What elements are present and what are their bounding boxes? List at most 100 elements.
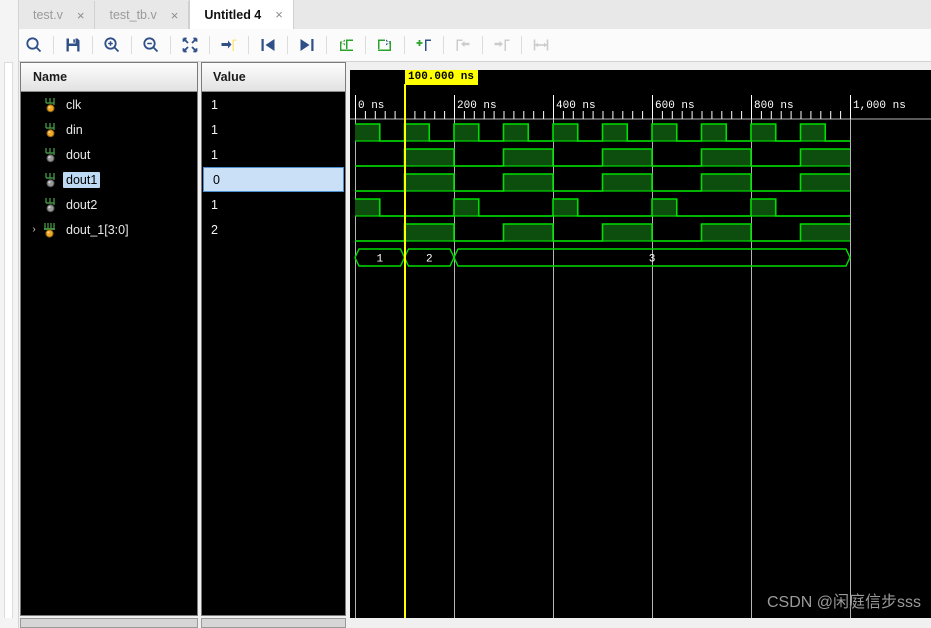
signal-name-label: dout2 [66,197,98,212]
signal-row-dout2[interactable]: dout2 [21,192,197,217]
signal-row-dout_130[interactable]: › dout_1[3:0] [21,217,197,242]
zoom-fit-icon[interactable] [177,32,203,58]
waveform-dout2 [355,223,850,242]
signal-name-label: dout1 [63,171,101,188]
tab-label: test_tb.v [109,8,157,22]
time-tick-label: 400 ns [556,100,596,112]
toolbar-separator [170,36,171,54]
signal-value-label: 1 [211,147,218,162]
signal-row-clk[interactable]: clk [21,92,197,117]
toolbar-separator [53,36,54,54]
waveform-dout_130: 1 2 3 [354,248,851,267]
time-tick-label: 1,000 ns [853,100,906,112]
signal-row-dout[interactable]: dout [21,142,197,167]
bus-signal-icon [43,222,57,238]
left-edge-strip [0,29,19,628]
signal-value-label: 1 [211,97,218,112]
name-column-header-label: Name [33,70,68,84]
signal-value-label: 1 [211,122,218,137]
output-signal-icon [43,147,57,163]
signal-value-label: 0 [213,172,220,187]
close-icon[interactable]: × [77,9,85,22]
signal-name-label: clk [66,97,82,112]
time-tick-label: 200 ns [457,100,497,112]
waveform-panel[interactable]: 100.000 ns 0 ns 200 ns 400 ns 600 ns 800 ns 1… [350,62,931,628]
signal-value-clk[interactable]: 1 [202,92,345,117]
waveform-clk [355,123,850,142]
toolbar-separator [248,36,249,54]
name-panel-hscrollbar[interactable] [20,618,198,628]
toolbar-separator [482,36,483,54]
toolbar-separator [443,36,444,54]
signal-name-label: dout [66,147,91,162]
signal-value-din[interactable]: 1 [202,117,345,142]
signal-value-dout[interactable]: 1 [202,142,345,167]
tab-test-tb-v[interactable]: test_tb.v × [95,1,190,29]
toolbar-separator [326,36,327,54]
previous-transition-icon[interactable] [333,32,359,58]
value-column-header-label: Value [213,70,246,84]
tab-label: Untitled 4 [204,7,262,22]
signal-value-list: 1 1 1 0 1 2 [202,92,345,242]
bus-value-label: 2 [426,254,433,266]
bus-value-label: 3 [649,254,656,266]
tab-untitled-4[interactable]: Untitled 4 × [189,0,294,29]
toolbar-separator [287,36,288,54]
time-tick-label: 800 ns [754,100,794,112]
toolbar-separator [365,36,366,54]
close-icon[interactable]: × [275,8,283,21]
toolbar-separator [404,36,405,54]
expand-chevron-icon[interactable]: › [29,224,39,235]
tab-bar: test.v × test_tb.v × Untitled 4 × [0,0,931,30]
name-panel: Name clk din dout dout1 dout2 › dout_1[3:0] [20,62,198,616]
tabbar-left-edge [0,0,19,29]
bottom-strip [0,618,931,628]
time-tick-label: 600 ns [655,100,695,112]
toolbar-separator [521,36,522,54]
goto-cursor-icon[interactable] [216,32,242,58]
left-edge-scrollbar[interactable] [4,62,13,628]
zoom-out-icon[interactable] [138,32,164,58]
wave-toolbar [18,29,931,62]
measure-icon [528,32,554,58]
close-icon[interactable]: × [171,9,179,22]
value-panel: Value 1 1 1 0 1 2 [201,62,346,616]
go-to-end-icon[interactable] [294,32,320,58]
zoom-in-icon[interactable] [99,32,125,58]
previous-marker-icon [450,32,476,58]
tab-test-v[interactable]: test.v × [19,1,96,29]
bottom-left-edge [0,618,19,628]
next-marker-icon [489,32,515,58]
signal-name-list: clk din dout dout1 dout2 › dout_1[3:0] [21,92,197,242]
value-column-header[interactable]: Value [202,63,345,92]
waveform-din [355,148,850,167]
waveform-dout [355,173,850,192]
name-column-header[interactable]: Name [21,63,197,92]
waveform-canvas[interactable]: 0 ns 200 ns 400 ns 600 ns 800 ns 1,000 ns 1 2 3 [350,62,931,628]
value-panel-hscrollbar[interactable] [201,618,346,628]
waveform-dout1 [355,198,850,217]
signal-value-dout2[interactable]: 1 [202,192,345,217]
output-signal-icon [43,172,57,188]
next-transition-icon[interactable] [372,32,398,58]
signal-name-label: din [66,122,83,137]
signal-name-label: dout_1[3:0] [66,222,129,237]
tab-label: test.v [33,8,63,22]
go-to-start-icon[interactable] [255,32,281,58]
tabbar-filler [293,1,931,29]
time-tick-label: 0 ns [358,100,384,112]
toolbar-separator [92,36,93,54]
bus-value-label: 1 [376,254,383,266]
add-marker-icon[interactable] [411,32,437,58]
signal-value-dout1[interactable]: 0 [203,167,344,192]
input-signal-icon [43,97,57,113]
toolbar-separator [131,36,132,54]
save-icon[interactable] [60,32,86,58]
signal-value-label: 2 [211,222,218,237]
input-signal-icon [43,122,57,138]
search-icon[interactable] [21,32,47,58]
signal-row-din[interactable]: din [21,117,197,142]
signal-row-dout1[interactable]: dout1 [21,167,197,192]
signal-value-dout_130[interactable]: 2 [202,217,345,242]
output-signal-icon [43,197,57,213]
